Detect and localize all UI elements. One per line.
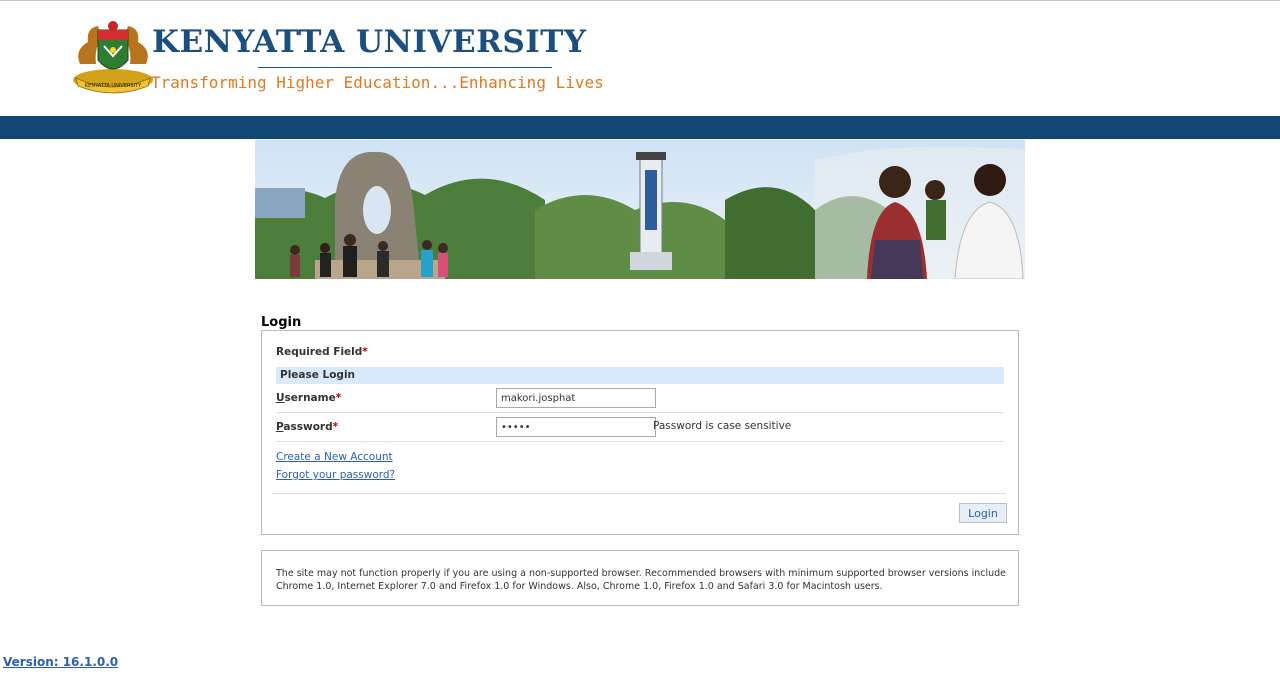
required-field-note: Required Field*	[276, 346, 368, 358]
password-label: Password*	[276, 421, 338, 433]
required-field-text: Required Field	[276, 346, 363, 358]
title-underline	[258, 67, 552, 68]
browser-notice: The site may not function properly if yo…	[261, 550, 1019, 606]
required-marker: *	[362, 346, 368, 358]
top-border	[0, 0, 1280, 1]
university-crest-logo: KENYATTA UNIVERSITY	[73, 21, 153, 94]
navigation-bar	[0, 116, 1280, 139]
row-divider	[276, 441, 1004, 442]
username-input[interactable]	[496, 388, 656, 408]
university-tagline: Transforming Higher Education...Enhancin…	[151, 73, 604, 92]
username-required-marker: *	[335, 392, 342, 404]
version-link[interactable]: Version: 16.1.0.0	[3, 655, 118, 669]
username-label: Username*	[276, 392, 341, 404]
row-divider	[276, 412, 1004, 413]
browser-notice-text: The site may not function properly if yo…	[276, 568, 1006, 592]
university-name: KENYATTA UNIVERSITY	[152, 24, 587, 60]
password-hint: Password is case sensitive	[653, 420, 792, 432]
username-label-rest: sername	[284, 392, 336, 404]
please-login-text: Please Login	[280, 369, 356, 381]
create-account-link[interactable]: Create a New Account	[276, 451, 393, 463]
login-button[interactable]: Login	[959, 503, 1007, 523]
password-label-rest: assword	[283, 421, 333, 433]
username-label-accesskey: U	[276, 392, 285, 404]
login-form: Required Field* Please Login Username* P…	[261, 330, 1019, 535]
password-required-marker: *	[332, 421, 339, 433]
campus-banner-image	[255, 140, 1025, 279]
forgot-password-link[interactable]: Forgot your password?	[276, 469, 395, 481]
login-heading: Login	[261, 315, 302, 330]
password-input[interactable]	[496, 417, 656, 437]
button-separator	[272, 493, 1006, 494]
svg-text:KENYATTA UNIVERSITY: KENYATTA UNIVERSITY	[85, 83, 142, 89]
please-login-bar: Please Login	[276, 367, 1004, 384]
